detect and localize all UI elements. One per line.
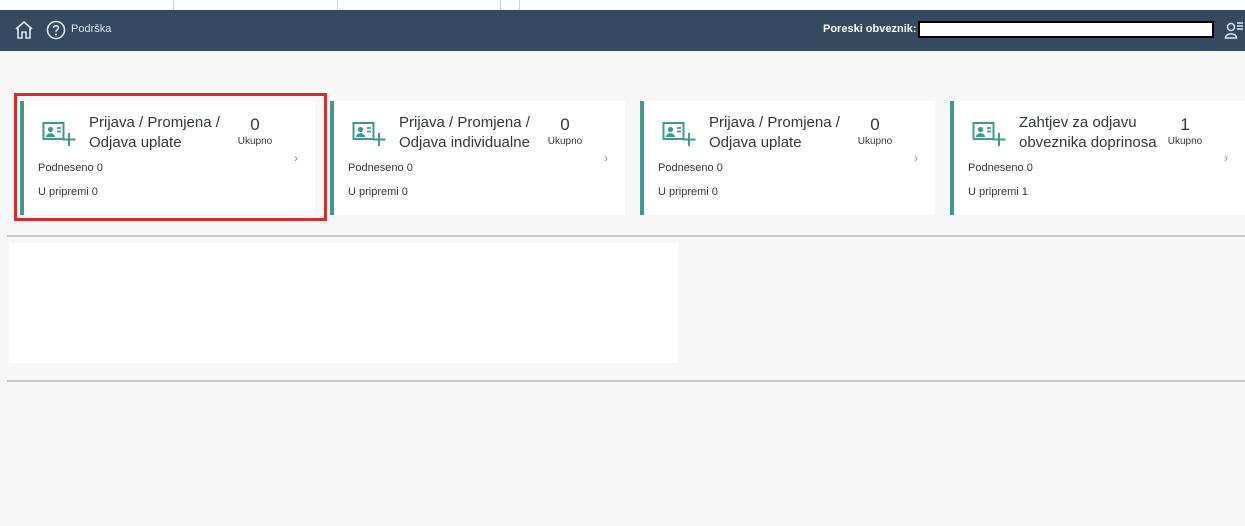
- tile-title: Prijava / Promjena / Odjava individualne: [399, 114, 530, 151]
- tile-in-prep: U pripremi 0: [348, 186, 408, 198]
- strip-divider: [173, 0, 174, 10]
- help-circle-icon[interactable]: [46, 20, 66, 40]
- person-card-add-icon: [42, 122, 76, 146]
- tile-count: 0: [870, 115, 880, 134]
- tile-prijava-uplate-2[interactable]: Prijava / Promjena / Odjava uplate 0 Uku…: [640, 101, 935, 215]
- tile-count: 1: [1180, 115, 1190, 134]
- tile-count-label: Ukupno: [1167, 136, 1203, 147]
- chevron-right-icon: ›: [604, 151, 608, 165]
- tile-zahtjev-odjava[interactable]: Zahtjev za odjavu obveznika doprinosa 1 …: [950, 101, 1245, 215]
- tile-prijava-individualne[interactable]: Prijava / Promjena / Odjava individualne…: [330, 101, 625, 215]
- chevron-right-icon: ›: [1224, 151, 1228, 165]
- taxpayer-label: Poreski obveznik:: [823, 23, 917, 35]
- person-card-add-icon: [352, 122, 386, 146]
- user-list-icon[interactable]: [1224, 19, 1244, 41]
- person-card-add-icon: [972, 122, 1006, 146]
- section-divider: [7, 235, 1245, 237]
- tile-count-label: Ukupno: [237, 136, 273, 147]
- support-link[interactable]: Podrška: [71, 23, 111, 35]
- tile-count-label: Ukupno: [547, 136, 583, 147]
- browser-top-strip: [0, 0, 1245, 10]
- shell-bar: Podrška Poreski obveznik:: [0, 10, 1245, 51]
- tile-count-label: Ukupno: [857, 136, 893, 147]
- tile-title: Prijava / Promjena / Odjava uplate: [89, 114, 220, 151]
- tile-submitted: Podneseno 0: [38, 162, 103, 174]
- tile-in-prep: U pripremi 0: [658, 186, 718, 198]
- tile-in-prep: U pripremi 1: [968, 186, 1028, 198]
- tile-prijava-uplate[interactable]: Prijava / Promjena / Odjava uplate 0 Uku…: [20, 101, 315, 215]
- strip-divider: [500, 0, 501, 10]
- home-icon[interactable]: [13, 19, 35, 41]
- chevron-right-icon: ›: [914, 151, 918, 165]
- person-card-add-icon: [662, 122, 696, 146]
- taxpayer-field[interactable]: [918, 21, 1214, 38]
- tile-count: 0: [560, 115, 570, 134]
- content-panel: [9, 243, 678, 363]
- tile-submitted: Podneseno 0: [968, 162, 1033, 174]
- tile-submitted: Podneseno 0: [658, 162, 723, 174]
- strip-divider: [337, 0, 338, 10]
- section-divider: [7, 380, 1245, 382]
- strip-divider: [519, 0, 520, 10]
- tile-submitted: Podneseno 0: [348, 162, 413, 174]
- tile-title: Zahtjev za odjavu obveznika doprinosa: [1019, 114, 1157, 151]
- tile-in-prep: U pripremi 0: [38, 186, 98, 198]
- tile-title: Prijava / Promjena / Odjava uplate: [709, 114, 840, 151]
- tile-count: 0: [250, 115, 260, 134]
- chevron-right-icon: ›: [294, 151, 298, 165]
